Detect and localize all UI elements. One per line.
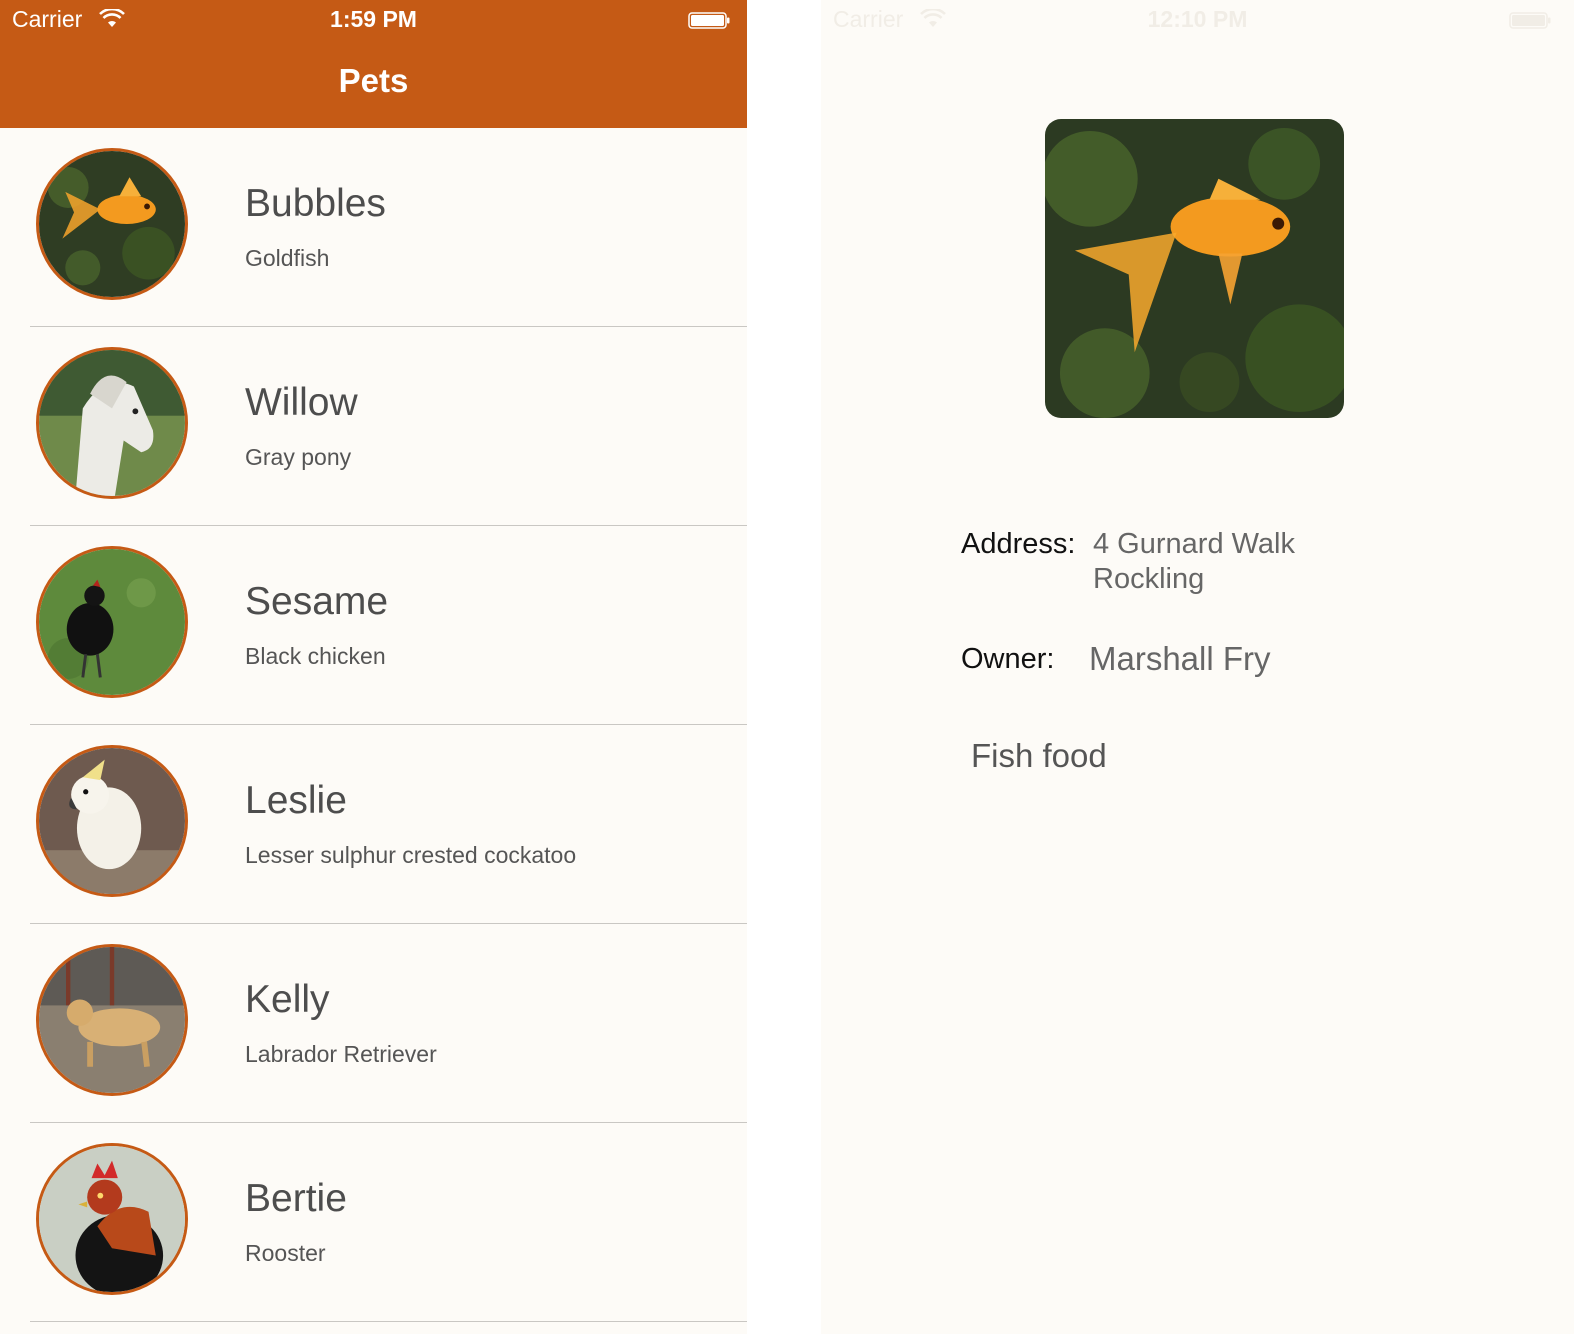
pet-name: Willow [245,381,358,424]
status-clock: 1:59 PM [330,6,417,32]
pet-list-screen: Pets Carrier 1:59 PM Bubbles Goldfish Wi… [0,0,747,1334]
page-title: Pets [338,62,409,99]
screen-divider [747,0,821,1334]
list-item[interactable]: Bubbles Goldfish [30,128,747,327]
pet-species: Gray pony [245,444,352,470]
pet-detail-screen: Carrier 12:10 PM Address: 4 Gurnard Walk… [821,0,1574,1334]
avatar [36,148,188,300]
list-item[interactable]: Willow Gray pony [30,327,747,526]
dog-photo [39,947,185,1093]
avatar [36,944,188,1096]
pet-species: Labrador Retriever [245,1041,437,1067]
avatar [36,347,188,499]
battery-icon [688,12,730,29]
pet-name: Bertie [245,1177,347,1220]
address-label: Address: [961,528,1076,560]
pet-name: Sesame [245,580,389,623]
pet-name: Kelly [245,978,330,1021]
pet-photo [1045,119,1344,418]
list-item[interactable]: Kelly Labrador Retriever [30,924,747,1123]
goldfish-photo [39,151,185,297]
status-clock: 12:10 PM [1147,6,1248,32]
food-value: Fish food [971,737,1107,774]
avatar [36,745,188,897]
owner-value: Marshall Fry [1089,640,1271,677]
rooster-photo [39,1146,185,1292]
status-bar: Carrier 12:10 PM [821,0,1574,40]
pet-species: Goldfish [245,245,330,271]
pet-species: Lesser sulphur crested cockatoo [245,842,577,868]
pet-name: Leslie [245,779,347,822]
pet-species: Rooster [245,1240,326,1266]
pet-list: Bubbles Goldfish Willow Gray pony Sesame… [0,128,747,1322]
list-item[interactable]: Sesame Black chicken [30,526,747,725]
address-line-2: Rockling [1093,563,1205,595]
list-item[interactable]: Leslie Lesser sulphur crested cockatoo [30,725,747,924]
list-item[interactable]: Bertie Rooster [30,1123,747,1322]
status-bar: Carrier 1:59 PM [0,0,747,40]
pet-species: Black chicken [245,643,386,669]
goldfish-photo [1045,119,1344,418]
pony-photo [39,350,185,496]
address-line-1: 4 Gurnard Walk [1093,528,1295,560]
pet-name: Bubbles [245,182,386,225]
owner-label: Owner: [961,643,1055,675]
chicken-photo [39,549,185,695]
avatar [36,1143,188,1295]
cockatoo-photo [39,748,185,894]
battery-icon [1509,12,1551,29]
avatar [36,546,188,698]
